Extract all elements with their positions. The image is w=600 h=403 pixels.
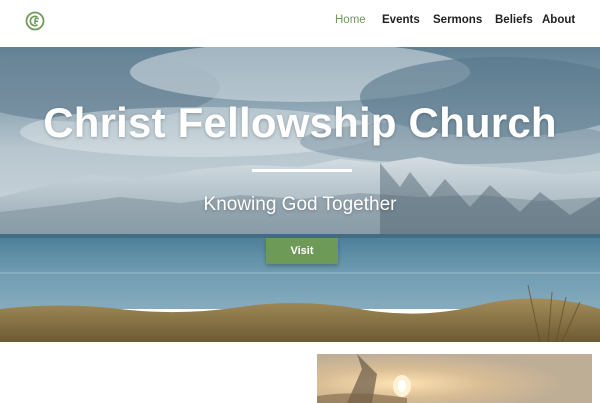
hero-subtitle: Knowing God Together xyxy=(203,194,397,215)
candle-photo xyxy=(317,354,592,403)
nav-home-link[interactable]: Home xyxy=(335,14,366,26)
nav-sermons-link[interactable]: Sermons xyxy=(433,14,482,26)
site-header: Home Events Sermons Beliefs About xyxy=(0,0,600,47)
hero-divider xyxy=(252,169,352,172)
visit-button[interactable]: Visit xyxy=(266,238,338,264)
hero-title: Christ Fellowship Church xyxy=(43,99,557,146)
hero-section: Christ Fellowship Church Knowing God Tog… xyxy=(0,47,600,342)
nav-beliefs-link[interactable]: Beliefs xyxy=(495,14,533,26)
church-logo-icon[interactable] xyxy=(25,11,45,31)
candle-content-image xyxy=(317,354,592,403)
nav-events-link[interactable]: Events xyxy=(382,14,420,26)
nav-about-link[interactable]: About xyxy=(542,14,575,26)
